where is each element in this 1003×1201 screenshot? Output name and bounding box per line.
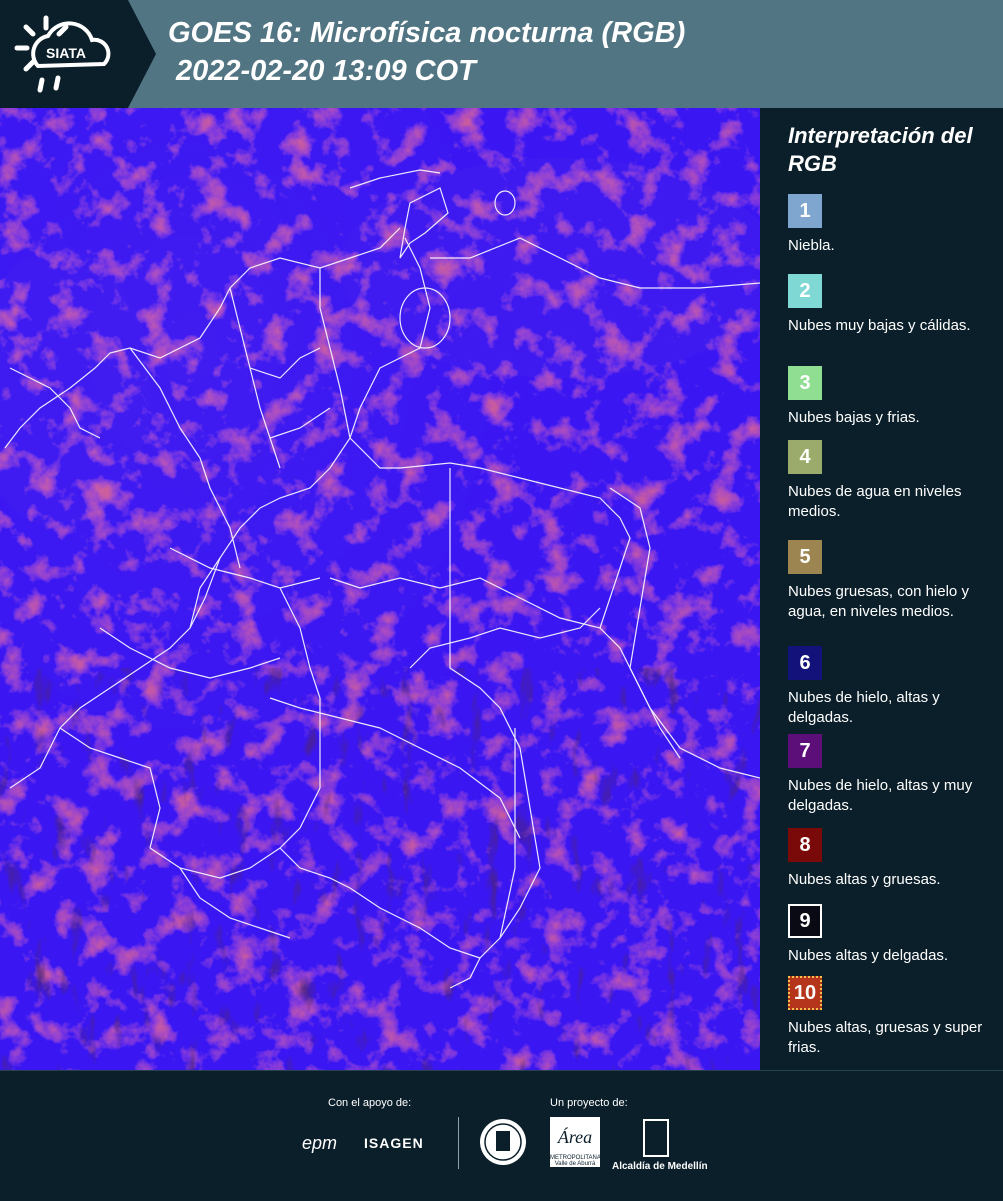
legend-label: Nubes de agua en niveles medios. bbox=[788, 483, 962, 520]
title-line-1: GOES 16: Microfísica nocturna (RGB) bbox=[168, 17, 686, 49]
legend-label: Nubes muy bajas y cálidas. bbox=[788, 317, 971, 334]
alcaldia-logo-text: Alcaldía de Medellín bbox=[612, 1161, 708, 1172]
svg-text:SIATA: SIATA bbox=[46, 45, 86, 61]
legend-item: 5 Nubes gruesas, con hielo y agua, en niv… bbox=[788, 540, 998, 622]
legend-label: Nubes altas y gruesas. bbox=[788, 871, 941, 888]
legend-label: Nubes bajas y frias. bbox=[788, 409, 920, 426]
epm-logo: epm bbox=[302, 1133, 338, 1153]
legend-swatch: 2 bbox=[788, 274, 822, 308]
alcaldia-shield-icon bbox=[643, 1119, 669, 1157]
legend-label: Nubes de hielo, altas y muy delgadas. bbox=[788, 777, 973, 814]
legend-swatch: 7 bbox=[788, 734, 822, 768]
legend-item: 9 Nubes altas y delgadas. bbox=[788, 904, 998, 966]
university-seal-icon bbox=[480, 1119, 526, 1165]
logo-arrow bbox=[128, 0, 156, 108]
legend-item: 7 Nubes de hielo, altas y muy delgadas. bbox=[788, 734, 998, 816]
legend-swatch: 9 bbox=[788, 904, 822, 938]
legend-item: 8 Nubes altas y gruesas. bbox=[788, 828, 998, 890]
legend-label: Nubes altas y delgadas. bbox=[788, 947, 949, 964]
legend-label: Niebla. bbox=[788, 237, 835, 254]
legend-item: 1 Niebla. bbox=[788, 194, 998, 256]
page-title: GOES 16: Microfísica nocturna (RGB) 2022… bbox=[168, 14, 685, 90]
legend-item: 10 Nubes altas, gruesas y super frias. bbox=[788, 976, 998, 1058]
legend-label: Nubes gruesas, con hielo y agua, en nive… bbox=[788, 583, 969, 620]
legend-label: Nubes de hielo, altas y delgadas. bbox=[788, 689, 940, 726]
footer: Con el apoyo de: Un proyecto de: epm ISA… bbox=[0, 1070, 1003, 1201]
legend-item: 3 Nubes bajas y frias. bbox=[788, 366, 998, 428]
legend-item: 4 Nubes de agua en niveles medios. bbox=[788, 440, 998, 522]
area-metropolitana-subtitle: METROPOLITANA Valle de Aburrá bbox=[550, 1155, 601, 1167]
project-label: Un proyecto de: bbox=[550, 1097, 628, 1109]
sun-cloud-icon: SIATA bbox=[14, 15, 111, 93]
legend-swatch: 6 bbox=[788, 646, 822, 680]
legend-swatch: 5 bbox=[788, 540, 822, 574]
siata-logo: SIATA bbox=[0, 0, 128, 108]
legend-label: Nubes altas, gruesas y super frias. bbox=[788, 1019, 983, 1056]
colombia-rgb-map bbox=[0, 108, 760, 1070]
legend-swatch: 3 bbox=[788, 366, 822, 400]
legend-panel: Interpretación del RGB 1 Niebla. 2 Nubes mu… bbox=[760, 108, 1003, 1070]
isagen-logo: ISAGEN bbox=[364, 1135, 424, 1151]
footer-divider bbox=[458, 1117, 459, 1169]
legend-swatch: 10 bbox=[788, 976, 822, 1010]
support-label: Con el apoyo de: bbox=[328, 1097, 412, 1109]
legend-item: 6 Nubes de hielo, altas y delgadas. bbox=[788, 646, 998, 728]
header-bar: SIATA GOES 16: Microfísica nocturna (RGB… bbox=[0, 0, 1003, 108]
legend-swatch: 4 bbox=[788, 440, 822, 474]
legend-swatch: 8 bbox=[788, 828, 822, 862]
area-logo-text: Área bbox=[557, 1127, 593, 1147]
satellite-map-image bbox=[0, 108, 760, 1070]
legend-title: Interpretación del RGB bbox=[788, 123, 973, 176]
legend-item: 2 Nubes muy bajas y cálidas. bbox=[788, 274, 998, 336]
title-line-2: 2022-02-20 13:09 COT bbox=[176, 55, 476, 87]
legend-swatch: 1 bbox=[788, 194, 822, 228]
